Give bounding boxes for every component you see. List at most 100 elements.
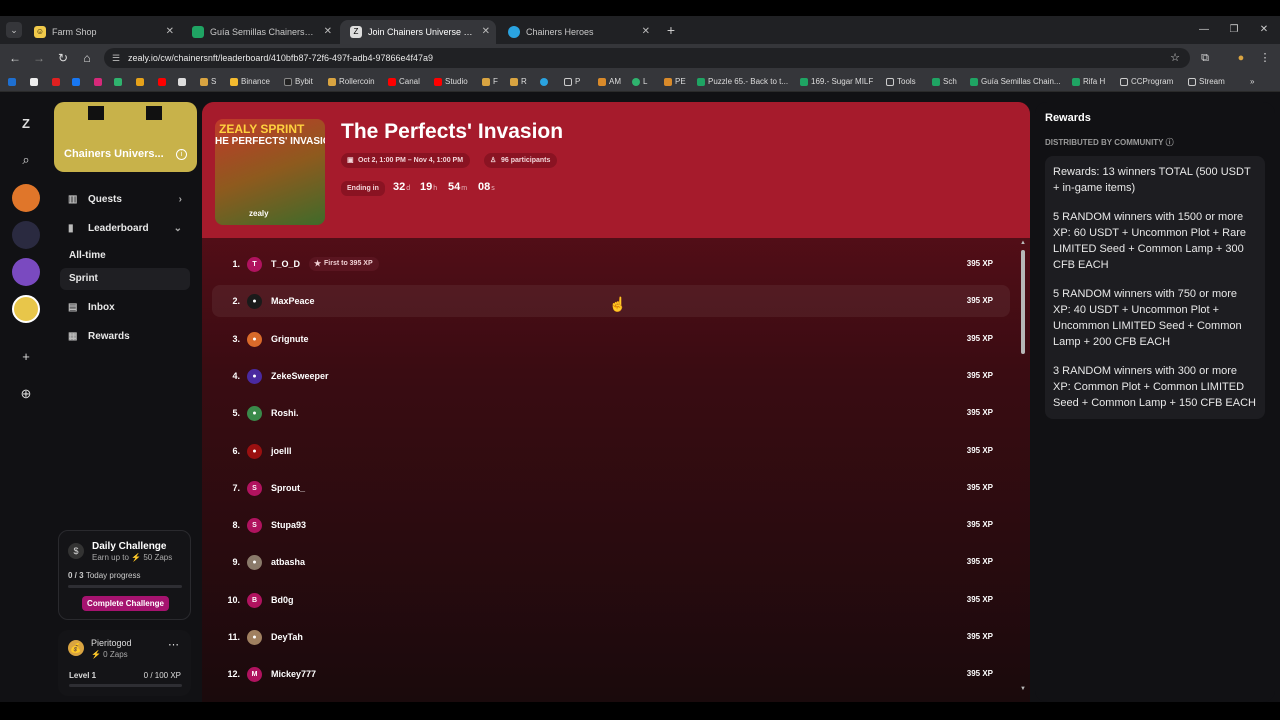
zealy-logo-icon[interactable]: Z [12,110,40,138]
browser-tab-guia[interactable]: Guía Semillas Chainers by Pieriтo ✕ [182,20,338,44]
forward-icon[interactable]: → [30,49,48,67]
browser-tab-farm-shop[interactable]: ☺ Farm Shop ✕ [24,20,180,44]
bookmark-f[interactable]: F [482,75,498,89]
user-avatar[interactable]: ● [247,630,262,645]
user-name[interactable]: Bd0g [271,584,294,616]
new-tab-button[interactable]: + [664,20,678,40]
community-avatar-chainers[interactable] [12,295,40,323]
add-community-icon[interactable]: + [12,343,40,371]
user-avatar[interactable]: T [247,257,262,272]
leaderboard-row[interactable]: 8. S Stupa93 395 XP [212,509,1010,541]
minimize-icon[interactable]: — [1194,20,1214,40]
bookmark-icon-x[interactable] [178,75,188,89]
bookmark-169[interactable]: 169.- Sugar MILF [800,75,873,89]
nav-leaderboard[interactable]: ▮ Leaderboard ⌄ [60,219,190,239]
leaderboard-row[interactable]: 10. B Bd0g 395 XP [212,584,1010,616]
user-avatar[interactable]: B [247,592,262,608]
leaderboard-row[interactable]: 4. ● ZekeSweeper 395 XP [212,360,1010,392]
bookmark-pe[interactable]: PE [664,75,686,89]
bookmark-canal[interactable]: Canal [388,75,420,89]
bookmark-s[interactable]: S [200,75,216,89]
reload-icon[interactable]: ↻ [54,49,72,67]
bookmark-icon-b[interactable] [30,75,40,89]
close-icon[interactable]: ✕ [482,20,490,44]
leaderboard-row[interactable]: 12. M Mickey777 395 XP [212,658,1010,690]
nav-inbox[interactable]: ▤ Inbox [60,298,190,318]
bookmark-icon-instagram[interactable] [94,75,104,89]
user-name[interactable]: Grignute [271,323,309,355]
leaderboard-row[interactable]: 3. ● Grignute 395 XP [212,323,1010,355]
user-name[interactable]: Pieritogod [91,638,132,648]
user-avatar[interactable]: ● [247,368,262,384]
bookmark-l[interactable]: L [632,75,647,89]
bookmark-sch[interactable]: Sch [932,75,957,89]
leaderboard-row[interactable]: 1. T T_O_D ★ First to 395 XP 395 XP [212,248,1010,280]
leaderboard-row[interactable]: 6. ● joelll 395 XP [212,435,1010,467]
home-icon[interactable]: ⌂ [78,49,96,67]
user-avatar[interactable]: S [247,518,262,534]
user-avatar[interactable]: ● [247,331,262,347]
user-name[interactable]: Sprout_ [271,472,305,504]
bookmark-puzzle[interactable]: Puzzle 65.- Back to t... [697,75,788,89]
user-name[interactable]: MaxPeace [271,285,315,317]
browser-tab-chainers-heroes[interactable]: Chainers Heroes ✕ [498,20,656,44]
bookmark-icon-green[interactable] [114,75,124,89]
bookmark-bybit[interactable]: Bybit [284,75,313,89]
leaderboard-scrollbar[interactable]: ▲ ▼ [1019,240,1027,694]
bookmark-folder-tools[interactable]: Tools [886,75,916,89]
nav-rewards[interactable]: ▦ Rewards [60,327,190,347]
bookmark-folder-ccprogram[interactable]: CCProgram [1120,75,1173,89]
bookmark-binance[interactable]: Binance [230,75,270,89]
search-icon[interactable]: ⌕ [12,146,40,174]
scroll-up-icon[interactable]: ▲ [1019,240,1027,248]
close-icon[interactable]: ✕ [166,20,174,44]
community-avatar-3[interactable] [12,258,40,286]
user-avatar[interactable]: ● [247,555,262,571]
profile-avatar[interactable]: ● [1232,49,1250,67]
bookmark-icon-multi[interactable] [136,75,146,89]
bookmark-icon-red[interactable] [52,75,62,89]
more-options-icon[interactable]: ⋯ [168,638,179,651]
close-icon[interactable]: ✕ [642,20,650,44]
extensions-icon[interactable]: ⧉ [1196,49,1214,67]
nav-quests[interactable]: ▥ Quests › [60,190,190,210]
user-avatar[interactable]: M [247,667,262,683]
bookmark-icon-youtube[interactable] [158,75,168,89]
user-name[interactable]: T_O_D [271,248,300,280]
window-close-icon[interactable]: ✕ [1254,20,1274,40]
leaderboard-row[interactable]: 5. ● Roshi. 395 XP [212,397,1010,429]
user-avatar[interactable]: ● [247,443,262,459]
bookmark-icon-outlook[interactable] [8,75,18,89]
url-bar[interactable]: ☰ zealy.io/cw/chainersnft/leaderboard/41… [104,48,1190,68]
bookmark-folder-p[interactable]: P [564,75,580,89]
user-avatar[interactable]: ● [247,294,262,310]
user-name[interactable]: DeyTah [271,621,303,653]
leaderboard-row[interactable]: 9. ● atbasha 395 XP [212,546,1010,578]
bookmarks-overflow-icon[interactable]: » [1250,75,1254,89]
nav-all-time[interactable]: All-time [60,245,190,267]
user-name[interactable]: atbasha [271,546,305,578]
community-avatar-1[interactable] [12,184,40,212]
community-avatar-2[interactable] [12,221,40,249]
bookmark-studio[interactable]: Studio [434,75,468,89]
nav-sprint[interactable]: Sprint [60,268,190,290]
info-icon[interactable]: i [176,149,187,160]
site-info-icon[interactable]: ☰ [112,48,120,68]
bookmark-guia[interactable]: Guía Semillas Chain... [970,75,1061,89]
bookmark-folder-stream[interactable]: Stream [1188,75,1225,89]
complete-challenge-button[interactable]: Complete Challenge [82,596,169,611]
scrollbar-thumb[interactable] [1021,250,1025,354]
user-name[interactable]: Mickey777 [271,658,316,690]
user-name[interactable]: Stupa93 [271,509,306,541]
bookmark-am[interactable]: AM [598,75,621,89]
user-name[interactable]: ZekeSweeper [271,360,329,392]
user-avatar[interactable]: 💰 [68,640,84,656]
back-icon[interactable]: ← [6,49,24,67]
user-avatar[interactable]: ● [247,406,262,422]
restore-icon[interactable]: ❐ [1224,20,1244,40]
bookmark-icon-telegram[interactable] [540,75,550,89]
globe-icon[interactable]: ⊕ [12,380,40,408]
info-icon[interactable]: ⓘ [1166,138,1174,147]
leaderboard-row[interactable]: 7. S Sprout_ 395 XP [212,472,1010,504]
bookmark-r[interactable]: R [510,75,527,89]
